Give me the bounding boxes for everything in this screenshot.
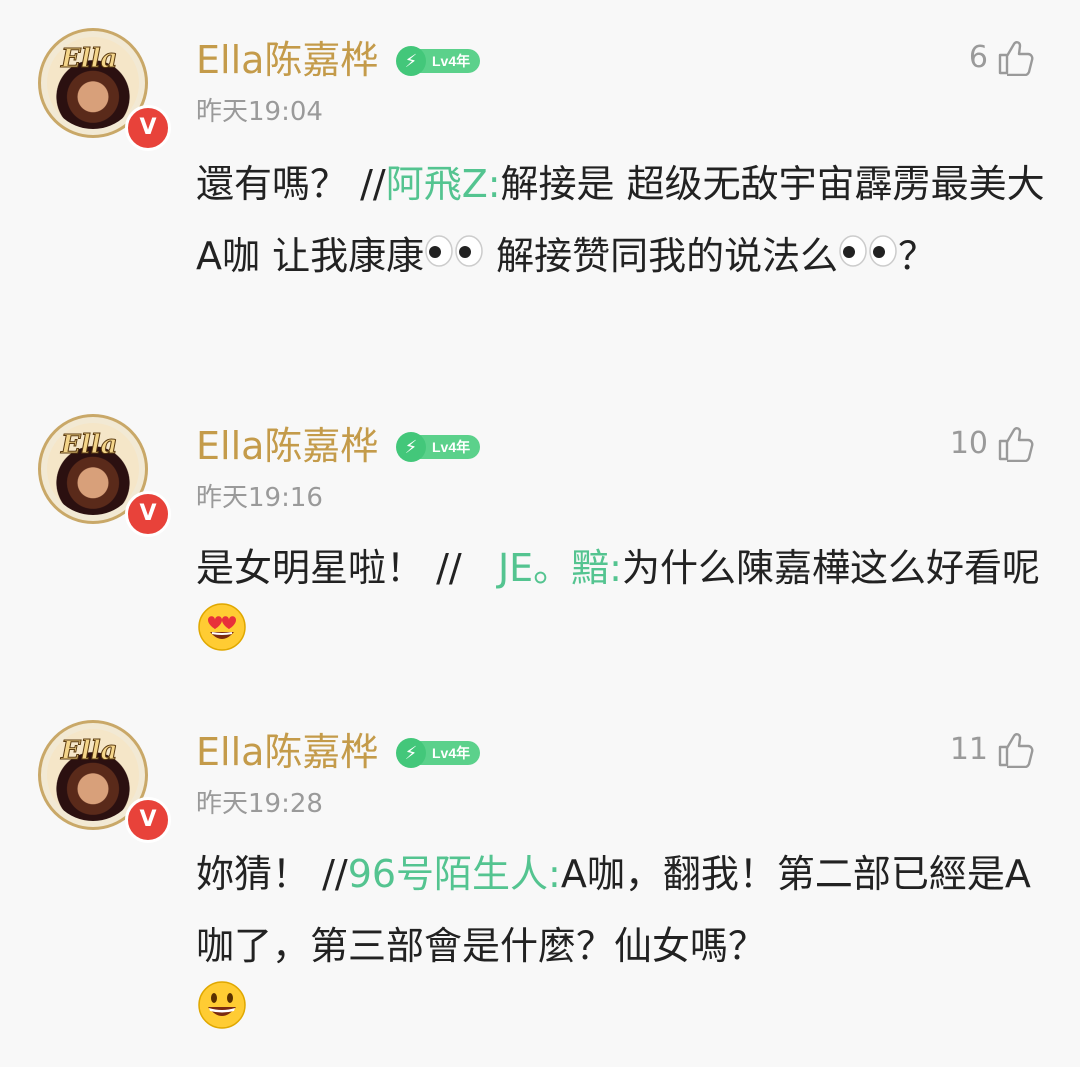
comment-text: 为什么陳嘉樺这么好看呢 bbox=[621, 546, 1040, 590]
verified-v-icon: V bbox=[125, 105, 171, 151]
like-button[interactable]: 6 bbox=[969, 38, 1034, 76]
timestamp: 昨天19:04 bbox=[196, 97, 323, 127]
like-count: 6 bbox=[968, 39, 988, 75]
level-label: Lv4年 bbox=[418, 435, 481, 459]
avatar-image: Ella bbox=[47, 423, 139, 515]
username[interactable]: Ella陈嘉桦 bbox=[196, 422, 378, 470]
level-badge: ⚡ Lv4年 bbox=[396, 432, 481, 462]
comment-text: 解接赞同我的说法么 bbox=[484, 234, 839, 278]
comment-body: 是女明星啦！ // JE。黯:为什么陳嘉樺这么好看呢 bbox=[196, 532, 1046, 680]
comment-text: 還有嗎？ // bbox=[196, 162, 386, 206]
mention-link[interactable]: 96号陌生人: bbox=[348, 852, 561, 896]
timestamp: 昨天19:28 bbox=[196, 789, 323, 819]
comment-body: 還有嗎？ //阿飛Z:解接是 超级无敌宇宙霹雳最美大A咖 让我康康 解接赞同我的… bbox=[196, 148, 1046, 295]
avatar[interactable]: Ella V bbox=[38, 28, 171, 151]
comment-text: ？ bbox=[898, 234, 937, 278]
thumbs-up-icon bbox=[996, 38, 1034, 76]
avatar-image: Ella bbox=[47, 729, 139, 821]
eyes-emoji-icon bbox=[424, 219, 484, 291]
level-label: Lv4年 bbox=[418, 49, 481, 73]
comment-body: 妳猜！ //96号陌生人:A咖，翻我！第二部已經是A咖了，第三部會是什麼？仙女嗎… bbox=[196, 838, 1046, 1058]
timestamp: 昨天19:16 bbox=[196, 483, 323, 513]
like-button[interactable]: 10 bbox=[950, 424, 1034, 462]
comment-text: 是女明星啦！ // bbox=[196, 546, 462, 590]
level-label: Lv4年 bbox=[418, 741, 481, 765]
lightning-icon: ⚡ bbox=[396, 738, 426, 768]
eyes-emoji-icon bbox=[838, 219, 898, 291]
lightning-icon: ⚡ bbox=[396, 46, 426, 76]
comment-text: 妳猜！ // bbox=[196, 852, 348, 896]
thumbs-up-icon bbox=[996, 424, 1034, 462]
avatar-image: Ella bbox=[47, 37, 139, 129]
svg-text:Ella: Ella bbox=[60, 430, 117, 460]
heart-eyes-emoji-icon bbox=[196, 601, 248, 676]
grin-emoji-icon bbox=[196, 979, 248, 1054]
verified-v-icon: V bbox=[125, 491, 171, 537]
level-badge: ⚡ Lv4年 bbox=[396, 46, 481, 76]
username[interactable]: Ella陈嘉桦 bbox=[196, 36, 378, 84]
avatar[interactable]: Ella V bbox=[38, 720, 171, 843]
avatar[interactable]: Ella V bbox=[38, 414, 171, 537]
like-button[interactable]: 11 bbox=[950, 730, 1034, 768]
thumbs-up-icon bbox=[996, 730, 1034, 768]
mention-link[interactable]: JE。黯: bbox=[498, 546, 622, 590]
username[interactable]: Ella陈嘉桦 bbox=[196, 728, 378, 776]
lightning-icon: ⚡ bbox=[396, 432, 426, 462]
level-badge: ⚡ Lv4年 bbox=[396, 738, 481, 768]
mention-link[interactable]: 阿飛Z: bbox=[386, 162, 501, 206]
like-count: 10 bbox=[949, 425, 988, 461]
verified-v-icon: V bbox=[125, 797, 171, 843]
svg-text:Ella: Ella bbox=[60, 44, 117, 74]
svg-text:Ella: Ella bbox=[60, 736, 117, 766]
like-count: 11 bbox=[949, 731, 988, 767]
